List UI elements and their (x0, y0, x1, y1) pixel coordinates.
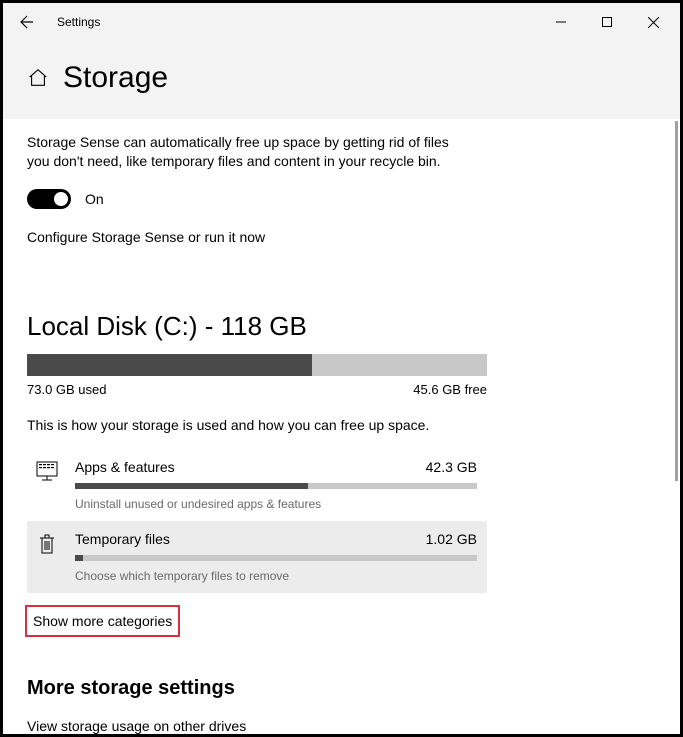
show-more-categories-link[interactable]: Show more categories (27, 607, 178, 635)
category-bar-fill (75, 483, 308, 489)
category-temporary-files[interactable]: Temporary files 1.02 GB Choose which tem… (27, 521, 487, 593)
disk-labels: 73.0 GB used 45.6 GB free (27, 382, 487, 397)
minimize-button[interactable] (538, 6, 584, 38)
app-title: Settings (57, 15, 538, 29)
content-area: Storage Sense can automatically free up … (3, 119, 680, 734)
disk-used-label: 73.0 GB used (27, 382, 107, 397)
storage-description: This is how your storage is used and how… (27, 417, 656, 433)
vertical-scrollbar[interactable] (675, 121, 678, 481)
maximize-icon (602, 17, 612, 27)
category-size: 1.02 GB (426, 531, 477, 547)
category-bar (75, 555, 477, 561)
toggle-state-label: On (85, 191, 104, 207)
trash-icon (33, 531, 61, 583)
close-button[interactable] (630, 6, 676, 38)
category-subtext: Uninstall unused or undesired apps & fea… (75, 497, 477, 511)
category-bar (75, 483, 477, 489)
category-name: Temporary files (75, 531, 170, 547)
toggle-thumb (54, 192, 68, 206)
storage-sense-description: Storage Sense can automatically free up … (27, 133, 457, 171)
back-button[interactable] (7, 3, 47, 41)
category-size: 42.3 GB (426, 459, 477, 475)
close-icon (648, 17, 659, 28)
page-header: Storage (3, 41, 680, 119)
apps-icon (33, 459, 61, 511)
more-storage-heading: More storage settings (27, 677, 656, 700)
category-bar-fill (75, 555, 83, 561)
disk-usage-bar (27, 354, 487, 376)
storage-sense-toggle[interactable] (27, 189, 71, 209)
disk-free-label: 45.6 GB free (413, 382, 487, 397)
disk-usage-fill (27, 354, 312, 376)
category-name: Apps & features (75, 459, 175, 475)
configure-storage-sense-link[interactable]: Configure Storage Sense or run it now (27, 229, 656, 245)
category-apps-features[interactable]: Apps & features 42.3 GB Uninstall unused… (27, 449, 487, 521)
minimize-icon (556, 17, 566, 27)
disk-title: Local Disk (C:) - 118 GB (27, 311, 656, 342)
arrow-left-icon (19, 14, 35, 30)
window-controls (538, 6, 676, 38)
page-title: Storage (63, 61, 168, 95)
category-subtext: Choose which temporary files to remove (75, 569, 477, 583)
view-other-drives-link[interactable]: View storage usage on other drives (27, 718, 656, 734)
storage-sense-toggle-row: On (27, 189, 656, 209)
maximize-button[interactable] (584, 6, 630, 38)
titlebar: Settings (3, 3, 680, 41)
home-icon[interactable] (27, 67, 49, 89)
